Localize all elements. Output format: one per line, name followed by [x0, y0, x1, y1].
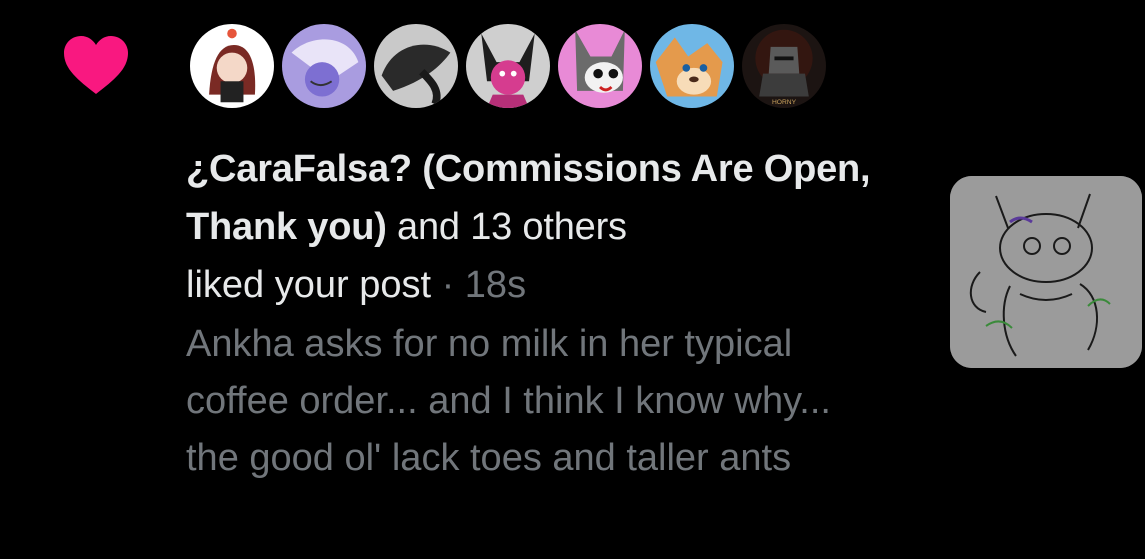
- avatar-badge-text: HORNY: [772, 99, 797, 106]
- notification-headline: ¿CaraFalsa? (Commissions Are Open, Thank…: [186, 140, 886, 256]
- avatar-4[interactable]: [464, 22, 552, 110]
- avatar-6[interactable]: [648, 22, 736, 110]
- separator: ·: [431, 264, 465, 306]
- avatar-1[interactable]: [188, 22, 276, 110]
- action-text: liked your post: [186, 264, 432, 306]
- avatar-2[interactable]: [280, 22, 368, 110]
- notification-meta: liked your post · 18s: [186, 256, 886, 314]
- notification-body[interactable]: ¿CaraFalsa? (Commissions Are Open, Thank…: [186, 140, 886, 487]
- post-preview-text: Ankha asks for no milk in her typical co…: [186, 323, 831, 479]
- heart-icon: [64, 36, 128, 94]
- avatar-3[interactable]: [372, 22, 460, 110]
- timestamp: 18s: [464, 264, 527, 306]
- avatar-5[interactable]: [556, 22, 644, 110]
- others-count: and 13 others: [386, 206, 627, 248]
- avatar-7[interactable]: HORNY: [740, 22, 828, 110]
- post-thumbnail[interactable]: [950, 176, 1142, 368]
